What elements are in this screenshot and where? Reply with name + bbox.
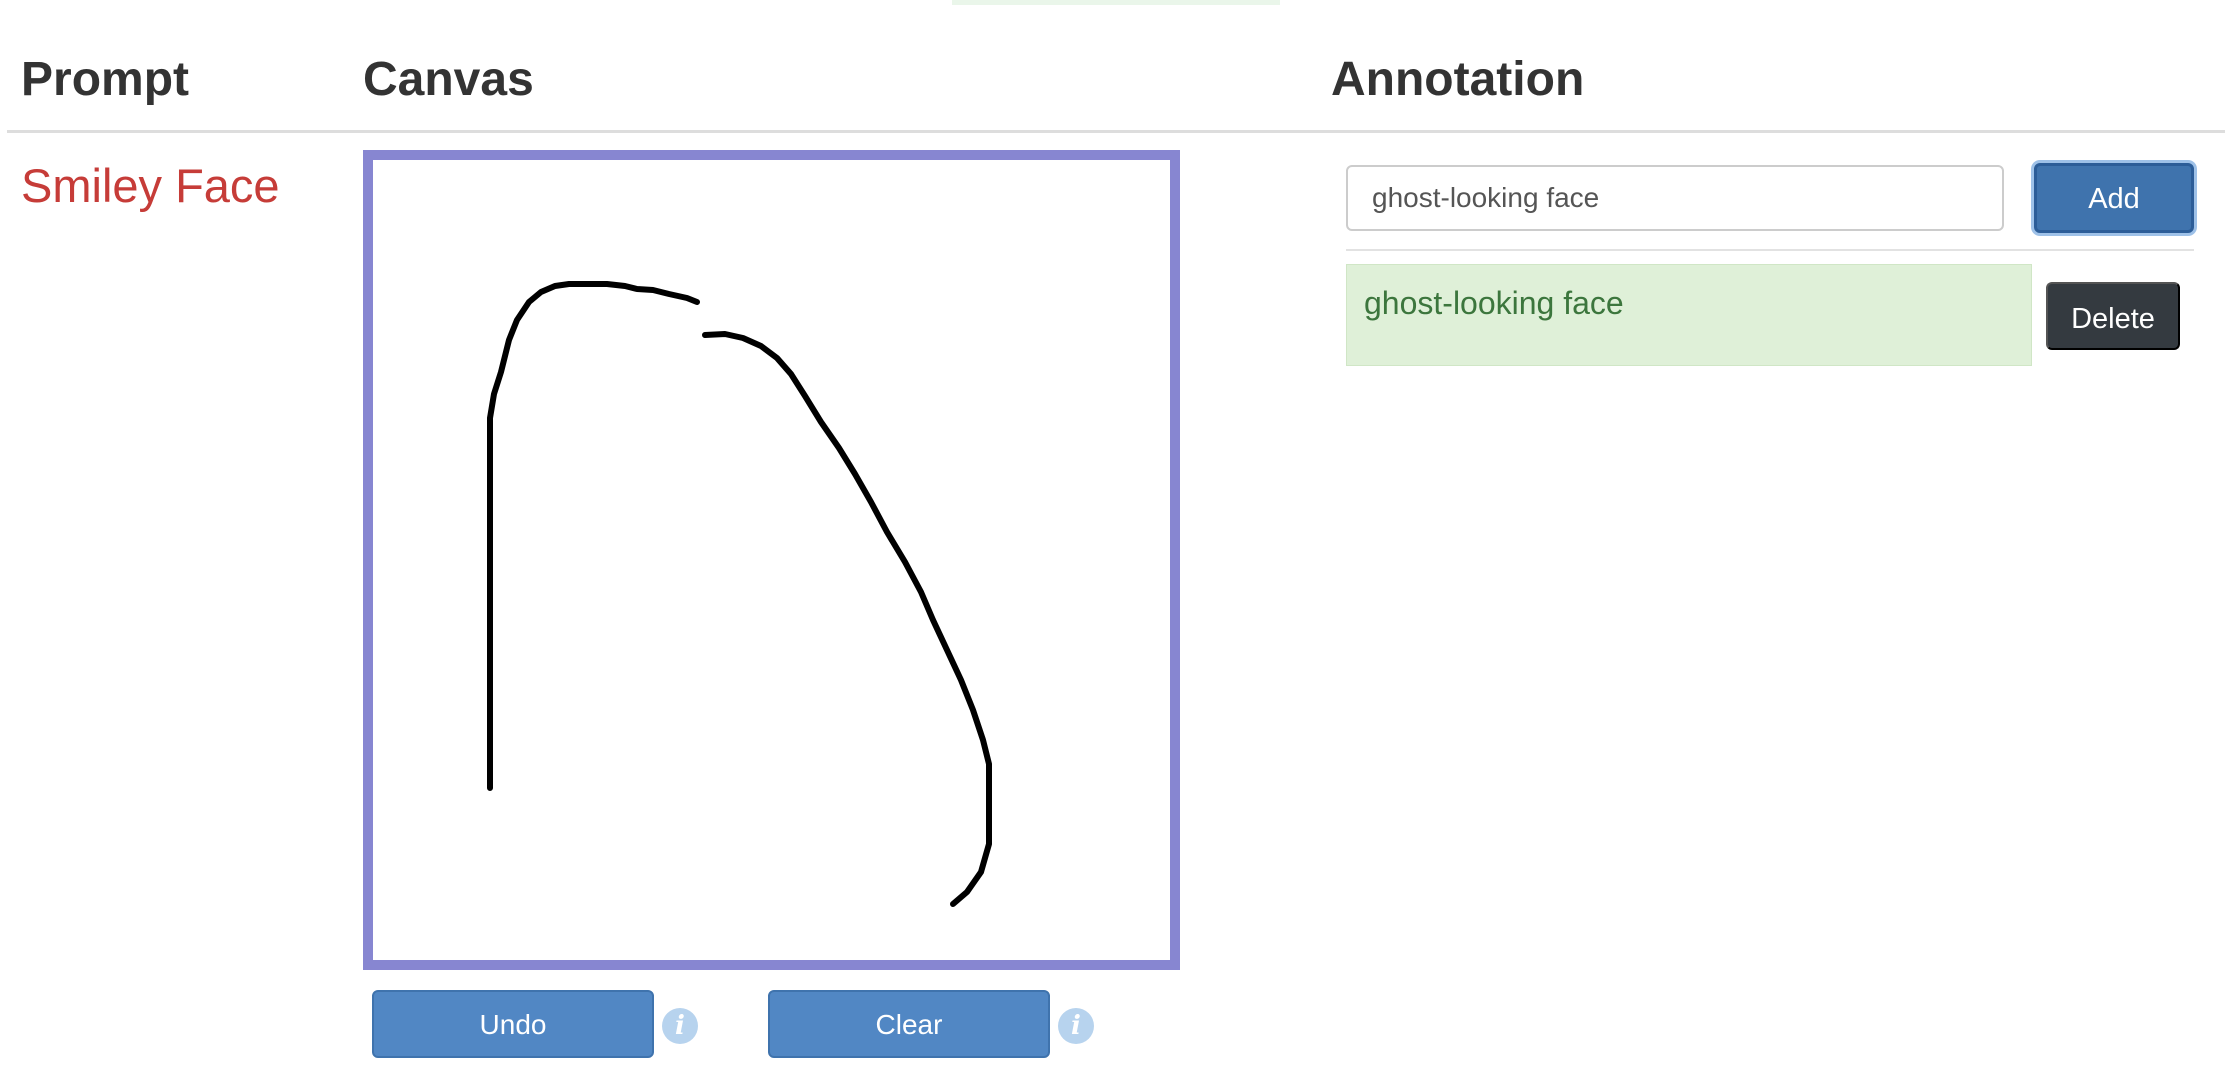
drawn-stroke-right xyxy=(702,331,992,907)
annotation-page: Prompt Canvas Annotation Smiley Face Und… xyxy=(0,0,2232,1076)
annotation-divider xyxy=(1346,249,2194,251)
delete-annotation-button[interactable]: Delete xyxy=(2046,282,2180,350)
drawing-canvas[interactable] xyxy=(363,150,1180,970)
annotation-list-item: ghost-looking face xyxy=(1346,264,2032,366)
clear-button[interactable]: Clear xyxy=(768,990,1050,1058)
undo-info-icon[interactable]: i xyxy=(662,1008,698,1044)
top-status-strip xyxy=(952,0,1280,5)
canvas-drawing[interactable] xyxy=(373,160,1170,960)
prompt-text: Smiley Face xyxy=(21,159,280,212)
drawn-stroke-left xyxy=(487,281,700,791)
prompt-column-header: Prompt xyxy=(21,53,189,106)
annotation-column-header: Annotation xyxy=(1331,53,1585,106)
annotation-input[interactable] xyxy=(1346,165,2004,231)
canvas-column-header: Canvas xyxy=(363,53,534,106)
add-annotation-button[interactable]: Add xyxy=(2034,163,2194,233)
annotation-item-text: ghost-looking face xyxy=(1364,285,1624,321)
clear-info-icon[interactable]: i xyxy=(1058,1008,1094,1044)
header-divider xyxy=(7,130,2225,133)
undo-button[interactable]: Undo xyxy=(372,990,654,1058)
